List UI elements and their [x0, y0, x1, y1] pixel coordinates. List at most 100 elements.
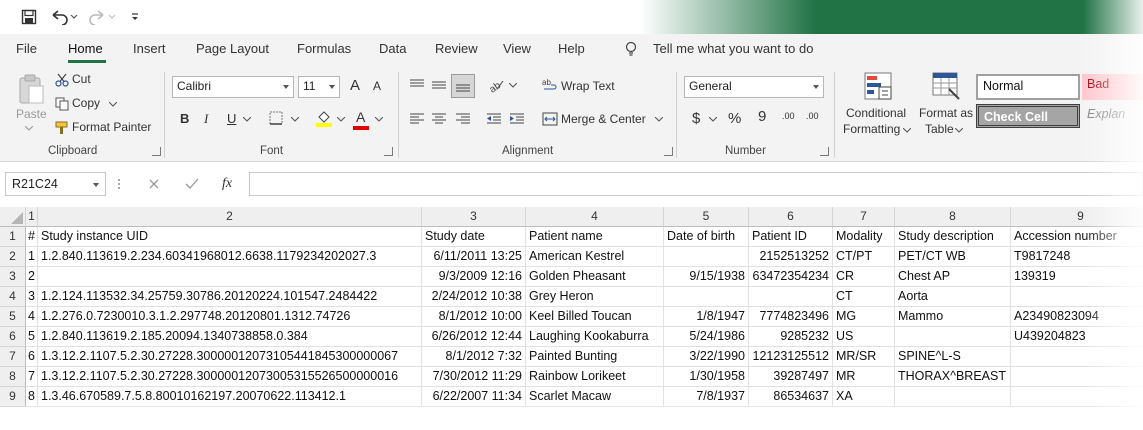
grow-font-button[interactable]: A — [350, 77, 360, 94]
tab-data[interactable]: Data — [379, 41, 406, 56]
comma-style-button[interactable]: 9 — [758, 108, 766, 125]
table-cell[interactable]: 7/30/2012 11:29 — [422, 367, 526, 387]
number-format-select[interactable]: General — [684, 76, 824, 98]
row-header[interactable]: 9 — [0, 387, 26, 407]
table-cell[interactable]: MG — [833, 307, 895, 327]
borders-icon[interactable] — [268, 110, 284, 126]
table-cell[interactable] — [1011, 287, 1143, 307]
increase-decimal-button[interactable]: .00 — [782, 111, 795, 121]
tab-review[interactable]: Review — [435, 41, 478, 56]
drag-handle-icon[interactable] — [116, 178, 122, 190]
conditional-formatting-dropdown-icon[interactable] — [902, 126, 912, 134]
paste-label[interactable]: Paste — [16, 107, 47, 121]
table-cell[interactable]: 12123125512 — [749, 347, 833, 367]
table-cell[interactable]: 1.2.840.113619.2.185.20094.1340738858.0.… — [38, 327, 422, 347]
table-cell[interactable]: 4 — [26, 307, 38, 327]
table-cell[interactable]: Grey Heron — [526, 287, 664, 307]
table-header-cell[interactable]: Study date — [422, 227, 526, 247]
table-cell[interactable] — [38, 267, 422, 287]
table-cell[interactable]: Rainbow Lorikeet — [526, 367, 664, 387]
orientation-dropdown-icon[interactable] — [508, 81, 518, 89]
shrink-font-button[interactable]: A — [373, 79, 381, 93]
table-cell[interactable]: 139319 — [1011, 267, 1143, 287]
font-launcher-icon[interactable] — [384, 147, 393, 156]
cut-button[interactable]: Cut — [72, 72, 91, 86]
table-header-cell[interactable]: Study instance UID — [38, 227, 422, 247]
table-cell[interactable]: 6/26/2012 12:44 — [422, 327, 526, 347]
row-header[interactable]: 8 — [0, 367, 26, 387]
table-header-cell[interactable]: Modality — [833, 227, 895, 247]
table-cell[interactable]: US — [833, 327, 895, 347]
table-cell[interactable]: THORAX^BREAST — [895, 367, 1011, 387]
table-cell[interactable]: CT/PT — [833, 247, 895, 267]
align-left-icon[interactable] — [408, 110, 426, 128]
column-header[interactable]: 1 — [26, 207, 38, 227]
table-cell[interactable]: 9/15/1938 — [664, 267, 749, 287]
format-as-table-dropdown-icon[interactable] — [954, 126, 964, 134]
align-bottom-icon[interactable] — [451, 74, 475, 98]
tab-help[interactable]: Help — [558, 41, 585, 56]
undo-icon[interactable] — [48, 6, 80, 28]
table-cell[interactable]: T9817248 — [1011, 247, 1143, 267]
font-color-button[interactable]: A — [356, 109, 365, 125]
table-header-cell[interactable]: Date of birth — [664, 227, 749, 247]
align-right-icon[interactable] — [454, 110, 472, 128]
table-cell[interactable]: Scarlet Macaw — [526, 387, 664, 407]
table-header-cell[interactable]: Study description — [895, 227, 1011, 247]
tab-view[interactable]: View — [503, 41, 531, 56]
table-cell[interactable]: 8/1/2012 7:32 — [422, 347, 526, 367]
tab-formulas[interactable]: Formulas — [297, 41, 351, 56]
insert-function-button[interactable]: fx — [222, 176, 232, 192]
underline-button[interactable]: U — [227, 111, 236, 126]
table-cell[interactable]: CR — [833, 267, 895, 287]
style-normal[interactable]: Normal — [976, 74, 1080, 100]
orientation-icon[interactable]: ab — [486, 76, 506, 94]
paste-icon[interactable] — [14, 72, 48, 106]
table-cell[interactable]: 2 — [26, 267, 38, 287]
font-size-select[interactable]: 11 — [298, 76, 340, 98]
table-cell[interactable]: 7774823496 — [749, 307, 833, 327]
table-cell[interactable]: 63472354234 — [749, 267, 833, 287]
style-check-cell[interactable]: Check Cell — [976, 104, 1080, 128]
table-cell[interactable]: 6/22/2007 11:34 — [422, 387, 526, 407]
conditional-formatting-button[interactable]: Conditional — [846, 106, 906, 120]
copy-dropdown-icon[interactable] — [108, 100, 118, 108]
style-explanatory[interactable]: Explan — [1082, 104, 1143, 128]
redo-icon[interactable] — [86, 6, 118, 28]
table-cell[interactable]: 7 — [26, 367, 38, 387]
merge-dropdown-icon[interactable] — [654, 115, 664, 123]
table-cell[interactable]: MR — [833, 367, 895, 387]
table-cell[interactable]: Mammo — [895, 307, 1011, 327]
cut-icon[interactable] — [54, 72, 70, 88]
table-cell[interactable]: XA — [833, 387, 895, 407]
table-header-cell[interactable]: Patient name — [526, 227, 664, 247]
table-cell[interactable] — [664, 287, 749, 307]
table-cell[interactable]: U439204823 — [1011, 327, 1143, 347]
table-cell[interactable]: 1.2.840.113619.2.234.60341968012.6638.11… — [38, 247, 422, 267]
table-cell[interactable]: American Kestrel — [526, 247, 664, 267]
borders-dropdown-icon[interactable] — [290, 115, 300, 123]
customize-quick-access-icon[interactable] — [128, 6, 142, 28]
row-header[interactable]: 7 — [0, 347, 26, 367]
format-as-table-icon[interactable] — [930, 70, 962, 102]
currency-dropdown-icon[interactable] — [708, 115, 718, 123]
table-cell[interactable] — [664, 247, 749, 267]
table-cell[interactable]: Keel Billed Toucan — [526, 307, 664, 327]
paste-dropdown-icon[interactable] — [24, 124, 34, 132]
table-cell[interactable]: 8 — [26, 387, 38, 407]
conditional-formatting-button-line2[interactable]: Formatting — [843, 122, 900, 136]
fill-color-dropdown-icon[interactable] — [336, 115, 346, 123]
format-painter-button[interactable]: Format Painter — [72, 120, 151, 134]
bold-button[interactable]: B — [180, 111, 189, 126]
font-color-dropdown-icon[interactable] — [374, 115, 384, 123]
wrap-text-button[interactable]: Wrap Text — [561, 79, 615, 93]
table-cell[interactable]: 1.3.12.2.1107.5.2.30.27228.3000001207310… — [38, 347, 422, 367]
tab-file[interactable]: File — [16, 41, 37, 56]
tab-insert[interactable]: Insert — [133, 41, 166, 56]
table-cell[interactable]: PET/CT WB — [895, 247, 1011, 267]
table-header-cell[interactable]: Accession number — [1011, 227, 1143, 247]
table-cell[interactable]: 5 — [26, 327, 38, 347]
name-box[interactable]: R21C24 — [5, 172, 106, 196]
row-header[interactable]: 1 — [0, 227, 26, 247]
table-cell[interactable] — [1011, 367, 1143, 387]
